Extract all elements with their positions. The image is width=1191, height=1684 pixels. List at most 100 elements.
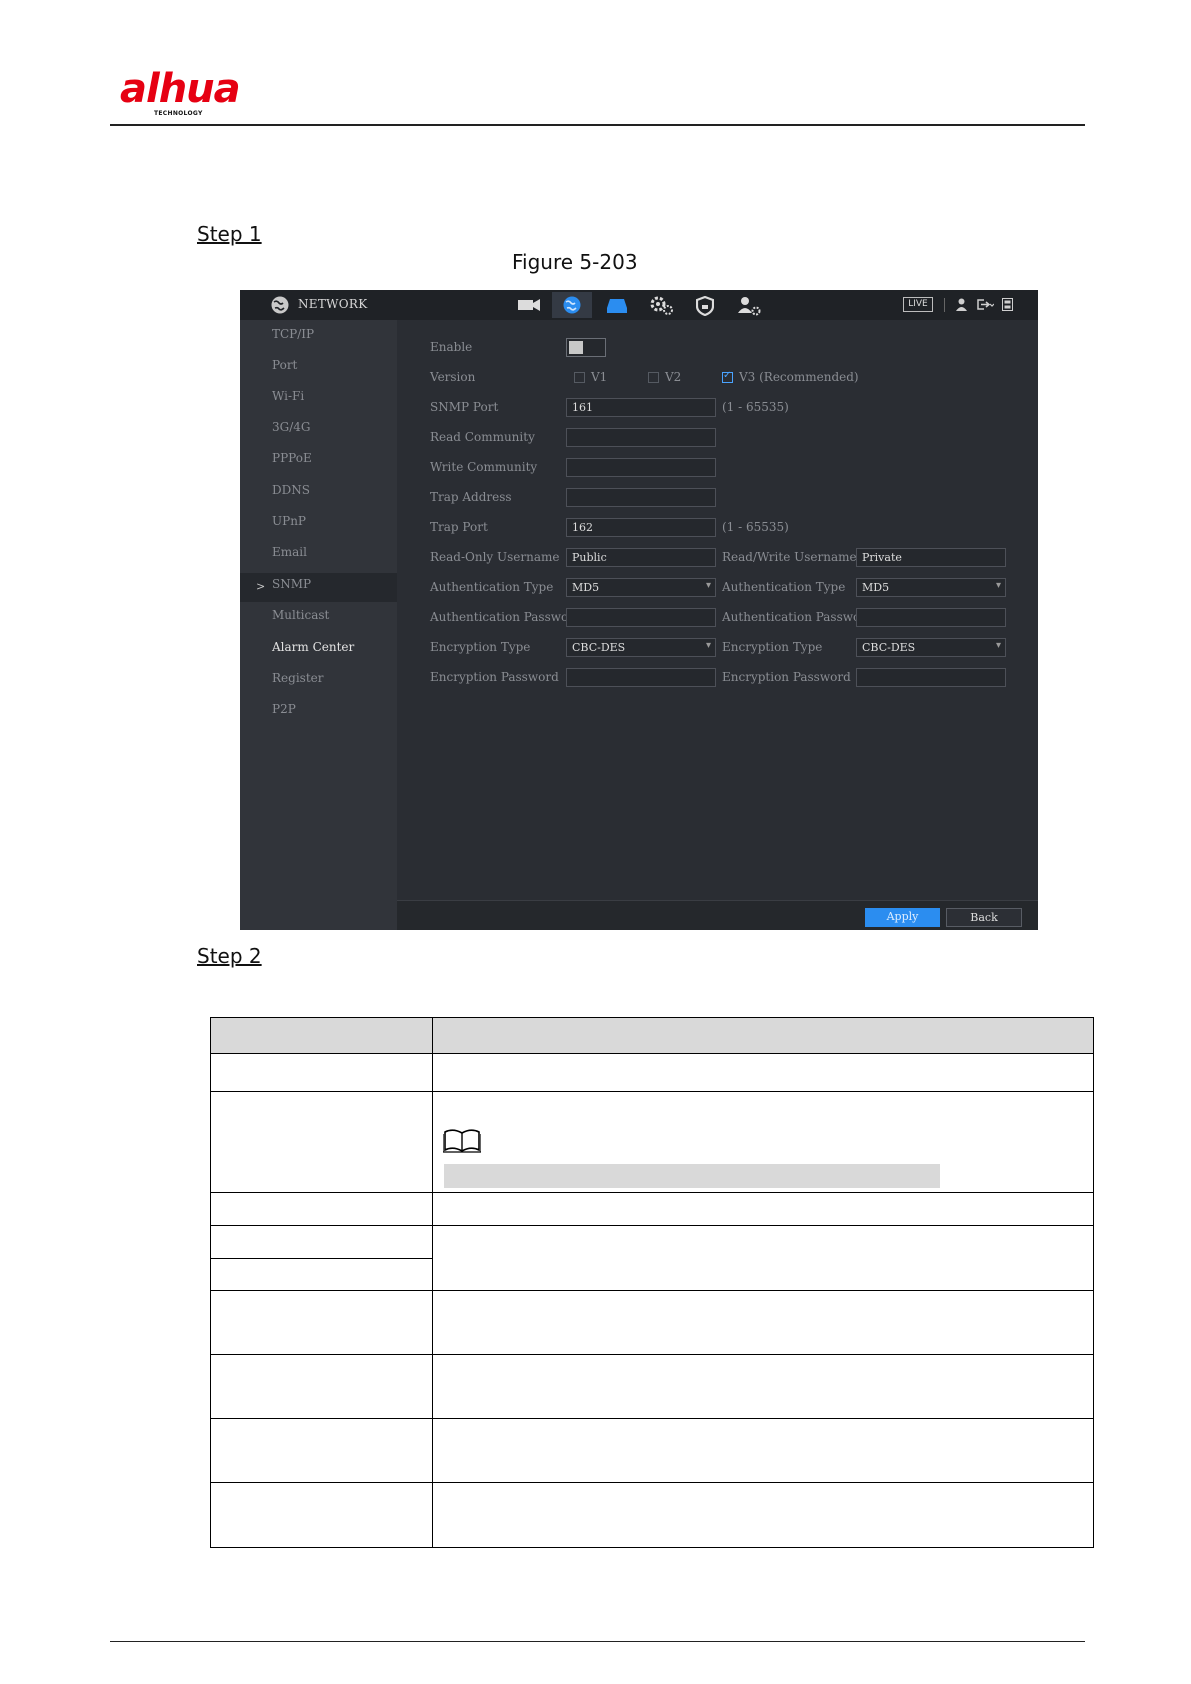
snmp-port-label: SNMP Port [430, 400, 499, 414]
write-community-input[interactable] [566, 458, 716, 477]
auth-type-select[interactable]: MD5 [566, 578, 716, 597]
read-community-label: Read Community [430, 430, 535, 444]
tab-account[interactable] [728, 292, 768, 318]
system-gear-icon [650, 296, 673, 315]
sidebar-item-register[interactable]: Register [272, 671, 323, 685]
sidebar-item-ddns[interactable]: DDNS [272, 483, 310, 497]
rw-enc-type-value: CBC-DES [862, 641, 916, 654]
sidebar-item-multicast[interactable]: Multicast [272, 608, 329, 622]
grid-icon[interactable] [1002, 298, 1013, 311]
auth-type-label: Authentication Type [430, 580, 554, 594]
enable-toggle[interactable] [566, 338, 606, 357]
logout-icon[interactable] [976, 298, 994, 311]
ro-username-input[interactable]: Public [566, 548, 716, 567]
enc-password-input[interactable] [566, 668, 716, 687]
network-globe-icon [563, 296, 581, 314]
snmp-port-range: (1 - 65535) [722, 400, 789, 414]
auth-type-value: MD5 [572, 581, 600, 594]
enc-type-select[interactable]: CBC-DES [566, 638, 716, 657]
sidebar-item-p2p[interactable]: P2P [272, 702, 296, 716]
read-community-input[interactable] [566, 428, 716, 447]
write-community-label: Write Community [430, 460, 538, 474]
footer-rule [110, 1641, 1085, 1642]
v1-checkbox[interactable] [574, 372, 585, 383]
v3-label: V3 (Recommended) [739, 370, 859, 384]
trap-port-input[interactable]: 162 [566, 518, 716, 537]
trap-address-input[interactable] [566, 488, 716, 507]
snmp-settings-screenshot: NETWORK LIVE > TCP/IP Port Wi-Fi 3G/4G P… [240, 290, 1038, 930]
rw-auth-type-select[interactable]: MD5 [856, 578, 1006, 597]
enc-type-value: CBC-DES [572, 641, 626, 654]
enable-label: Enable [430, 340, 473, 354]
table-row-line [210, 1547, 1094, 1548]
sidebar-item-wifi[interactable]: Wi-Fi [272, 389, 304, 403]
figure-caption: Figure 5-203 [512, 250, 638, 274]
v2-checkbox[interactable] [648, 372, 659, 383]
table-row-line [210, 1418, 1094, 1419]
logo-wordmark: alhua [120, 66, 241, 112]
table-row-line [210, 1053, 1094, 1054]
network-globe-logo-icon [271, 296, 289, 314]
sidebar-item-alarm-center[interactable]: Alarm Center [272, 640, 354, 654]
rw-auth-type-label: Authentication Type [722, 580, 846, 594]
tab-security[interactable] [684, 292, 724, 318]
divider [944, 298, 945, 312]
sidebar-item-tcpip[interactable]: TCP/IP [272, 327, 314, 341]
account-icon [738, 297, 761, 316]
parameter-table [210, 1017, 1094, 1548]
sidebar-item-3g4g[interactable]: 3G/4G [272, 420, 310, 434]
camera-icon [518, 299, 540, 311]
table-row-line [210, 1192, 1094, 1193]
sidebar-item-pppoe[interactable]: PPPoE [272, 451, 312, 465]
step-1-label: Step 1 [197, 222, 262, 246]
rw-username-label: Read/Write Username [722, 550, 857, 564]
rw-enc-password-input[interactable] [856, 668, 1006, 687]
bottom-bar: Apply Back [397, 900, 1038, 930]
apply-button[interactable]: Apply [865, 908, 940, 927]
tab-network[interactable] [552, 292, 592, 318]
live-button[interactable]: LIVE [903, 297, 933, 312]
trap-port-range: (1 - 65535) [722, 520, 789, 534]
sidebar-item-upnp[interactable]: UPnP [272, 514, 306, 528]
dahua-logo: alhua TECHNOLOGY [120, 66, 260, 120]
book-note-icon [443, 1129, 481, 1153]
user-icon[interactable] [956, 298, 967, 311]
table-row-line [210, 1290, 1094, 1291]
v3-checkbox[interactable] [722, 370, 733, 383]
tab-storage[interactable] [596, 292, 636, 318]
tab-camera[interactable] [508, 292, 548, 318]
table-column-divider [432, 1017, 433, 1548]
table-row-line [210, 1091, 1094, 1092]
header-rule [110, 124, 1085, 126]
rw-enc-type-select[interactable]: CBC-DES [856, 638, 1006, 657]
sidebar: > TCP/IP Port Wi-Fi 3G/4G PPPoE DDNS UPn… [240, 320, 397, 930]
snmp-port-input[interactable]: 161 [566, 398, 716, 417]
security-shield-icon [696, 296, 714, 316]
sidebar-item-port[interactable]: Port [272, 358, 297, 372]
back-button[interactable]: Back [946, 908, 1022, 927]
enc-password-label: Encryption Password [430, 670, 559, 684]
table-row-line [210, 1017, 1094, 1018]
toggle-knob [569, 341, 583, 354]
note-text-placeholder [444, 1164, 940, 1188]
table-row-line [210, 1354, 1094, 1355]
rw-auth-password-input[interactable] [856, 608, 1006, 627]
v2-label: V2 [665, 370, 682, 384]
ro-username-label: Read-Only Username [430, 550, 560, 564]
snmp-form: Enable Version V1 V2 V3 (Recommended) SN… [397, 320, 1038, 900]
auth-password-input[interactable] [566, 608, 716, 627]
rw-auth-type-value: MD5 [862, 581, 890, 594]
tab-system[interactable] [640, 292, 680, 318]
auth-password-label: Authentication Password [430, 610, 582, 624]
trap-port-label: Trap Port [430, 520, 488, 534]
top-bar: NETWORK LIVE [240, 290, 1038, 320]
storage-icon [607, 299, 627, 313]
version-label: Version [430, 370, 476, 384]
step-2-label: Step 2 [197, 944, 262, 968]
trap-address-label: Trap Address [430, 490, 512, 504]
table-row-line [210, 1225, 1094, 1226]
rw-username-input[interactable]: Private [856, 548, 1006, 567]
sidebar-item-email[interactable]: Email [272, 545, 307, 559]
sidebar-item-snmp[interactable]: SNMP [272, 577, 311, 591]
sidebar-active-arrow-icon: > [256, 580, 266, 593]
